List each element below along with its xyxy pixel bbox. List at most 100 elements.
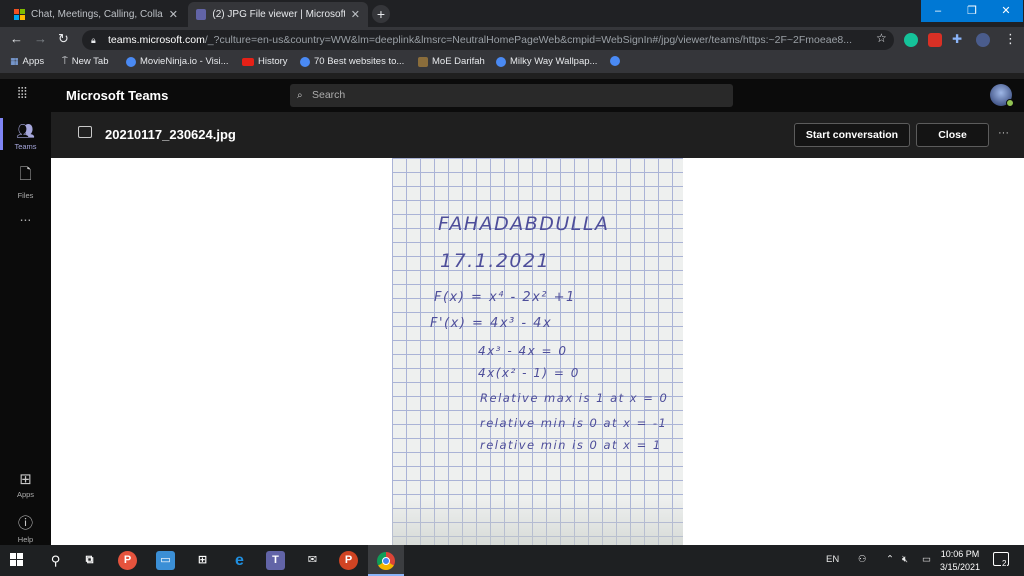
globe-icon [300, 56, 310, 67]
microsoft-logo-icon [14, 9, 25, 20]
teams-logo-icon [196, 9, 207, 20]
psiphon-app-icon[interactable]: P [118, 551, 137, 570]
bookmark-unnamed[interactable] [610, 56, 620, 66]
app-title: Microsoft Teams [66, 88, 169, 103]
show-hidden-icons-chevron-icon[interactable]: ⌃ [886, 554, 894, 565]
rail-item-apps[interactable]: ⊞ Apps [0, 470, 51, 499]
volume-muted-icon[interactable]: 🔇︎ [902, 554, 908, 565]
browser-tab-strip: Chat, Meetings, Calling, Collabo ✕ (2) J… [0, 0, 1024, 27]
search-input[interactable]: ⌕ Search [290, 84, 733, 107]
notification-count: 2 [1001, 559, 1008, 568]
search-icon: ⌕ [297, 90, 303, 101]
start-conversation-button[interactable]: Start conversation [794, 123, 910, 147]
teams-app-icon[interactable]: T [266, 551, 285, 570]
new-tab-icon: ⍑ [62, 56, 68, 67]
handwritten-function: F(x) = x⁴ - 2x² +1 [434, 290, 576, 305]
browser-toolbar: ← → ↻ 🔒︎ teams.microsoft.com/_?culture=e… [0, 27, 1024, 53]
windows-start-icon[interactable] [10, 553, 23, 566]
grammarly-extension-icon[interactable] [904, 33, 918, 47]
browser-tab-jpg-viewer[interactable]: (2) JPG File viewer | Microsoft Te ✕ [188, 2, 368, 27]
teams-header: ⁞⁞⁞ Microsoft Teams ⌕ Search [0, 79, 1024, 112]
task-view-icon[interactable]: ⧉ [80, 551, 99, 570]
handwritten-equation: 4x³ - 4x = 0 [478, 344, 568, 358]
apps-grid-icon: ▦ [10, 56, 19, 66]
bookmarks-bar: ▦ Apps ⍑ New Tab MovieNinja.io - Visi... H… [0, 53, 1024, 73]
handwritten-name: FAHADABDULLA [438, 213, 610, 235]
tab-title: Chat, Meetings, Calling, Collabo [31, 9, 163, 20]
teams-icon: 👥︎ [15, 123, 36, 140]
people-icon[interactable]: ⚇ [858, 554, 867, 565]
rail-item-teams[interactable]: 👥︎ Teams [0, 122, 51, 151]
close-tab-icon[interactable]: ✕ [351, 8, 360, 21]
app-rail: 👥︎ Teams 🗋︎ Files ... ⊞ Apps ⓘ Help [0, 112, 51, 545]
globe-icon [126, 56, 136, 67]
handwritten-relative-max: Relative max is 1 at x = 0 [480, 391, 669, 405]
tab-title: (2) JPG File viewer | Microsoft Te [212, 9, 345, 20]
file-viewer-header: 20210117_230624.jpg Start conversation C… [51, 112, 1024, 158]
clock-time[interactable]: 10:06 PM [940, 549, 980, 559]
minimize-button[interactable]: – [921, 0, 955, 22]
photo-shadow [392, 498, 683, 545]
image-file-icon [78, 126, 92, 138]
address-bar[interactable]: 🔒︎ teams.microsoft.com/_?culture=en-us&c… [82, 30, 894, 50]
globe-icon [610, 56, 620, 66]
handwritten-relative-min-2: relative min is 0 at x = 1 [480, 438, 662, 452]
rail-item-files[interactable]: 🗋︎ Files [0, 164, 51, 200]
chrome-icon-center [382, 557, 390, 565]
reload-icon[interactable]: ↻ [58, 31, 69, 47]
chrome-taskbar-active[interactable] [368, 545, 404, 576]
bookmark-moe-darifah[interactable]: MoE Darifah [418, 56, 485, 67]
search-placeholder: Search [312, 89, 346, 101]
bookmark-history[interactable]: History [242, 56, 288, 67]
more-options-icon[interactable]: ··· [998, 127, 1009, 139]
extension-icon[interactable] [928, 33, 942, 47]
rail-item-help[interactable]: ⓘ Help [0, 512, 51, 544]
restore-button[interactable]: ❐ [955, 0, 989, 22]
search-icon[interactable]: ⚲ [46, 551, 65, 570]
browser-tab-teams-chat[interactable]: Chat, Meetings, Calling, Collabo ✕ [6, 2, 186, 27]
profile-avatar-icon[interactable] [976, 33, 990, 47]
store-bag-icon[interactable]: ⊞ [193, 551, 212, 570]
graph-paper-photo: FAHADABDULLA 17.1.2021 F(x) = x⁴ - 2x² +… [392, 158, 683, 545]
bookmark-milky-way[interactable]: Milky Way Wallpap... [496, 56, 597, 67]
windows-taskbar: ⚲ ⧉ P ▭ ⊞ e T ✉ P EN ⚇ ⌃ 🔇︎ ▭ 10:06 PM 3… [0, 545, 1024, 576]
close-window-button[interactable]: ✕ [989, 0, 1023, 22]
forward-arrow-icon[interactable]: → [34, 31, 47, 46]
language-indicator[interactable]: EN [826, 554, 839, 565]
clock-date[interactable]: 3/15/2021 [938, 562, 982, 572]
site-icon [418, 56, 428, 67]
url-host: teams.microsoft.com [108, 34, 205, 46]
help-icon: ⓘ [17, 515, 33, 532]
more-icon: ... [19, 208, 32, 224]
globe-icon [496, 56, 506, 67]
presence-available-icon [1006, 99, 1014, 107]
close-tab-icon[interactable]: ✕ [169, 8, 178, 21]
bookmark-new-tab[interactable]: ⍑ New Tab [62, 56, 109, 67]
powerpoint-icon[interactable]: P [339, 551, 358, 570]
bookmark-apps[interactable]: ▦ Apps [10, 56, 44, 67]
apps-icon: ⊞ [19, 471, 32, 488]
new-tab-button[interactable]: + [372, 5, 390, 23]
bookmark-70-best-websites[interactable]: 70 Best websites to... [300, 56, 404, 67]
mail-icon[interactable]: ✉ [303, 551, 322, 570]
file-name: 20210117_230624.jpg [105, 127, 236, 142]
battery-icon[interactable]: ▭ [922, 554, 931, 565]
handwritten-factored: 4x(x² - 1) = 0 [478, 366, 580, 380]
handwritten-date: 17.1.2021 [440, 250, 551, 272]
youtube-icon [242, 57, 254, 66]
file-explorer-icon[interactable]: ▭ [156, 551, 175, 570]
handwritten-derivative: F'(x) = 4x³ - 4x [430, 316, 553, 331]
file-icon: 🗋︎ [19, 166, 32, 183]
bookmark-star-icon[interactable]: ☆ [876, 31, 887, 45]
app-launcher-waffle-icon[interactable]: ⁞⁞⁞ [17, 85, 27, 102]
url-path: /_?culture=en-us&country=WW&lm=deeplink&… [204, 34, 852, 46]
puzzle-extensions-icon[interactable]: ✚ [952, 32, 966, 46]
lock-icon: 🔒︎ [91, 35, 96, 45]
handwritten-relative-min-1: relative min is 0 at x = -1 [480, 416, 668, 430]
bookmark-movieninja[interactable]: MovieNinja.io - Visi... [126, 56, 229, 67]
rail-item-more[interactable]: ... [0, 208, 51, 224]
menu-kebab-icon[interactable]: ⋮ [1004, 31, 1017, 47]
edge-browser-icon[interactable]: e [230, 551, 249, 570]
back-arrow-icon[interactable]: ← [10, 31, 23, 46]
close-button[interactable]: Close [916, 123, 989, 147]
